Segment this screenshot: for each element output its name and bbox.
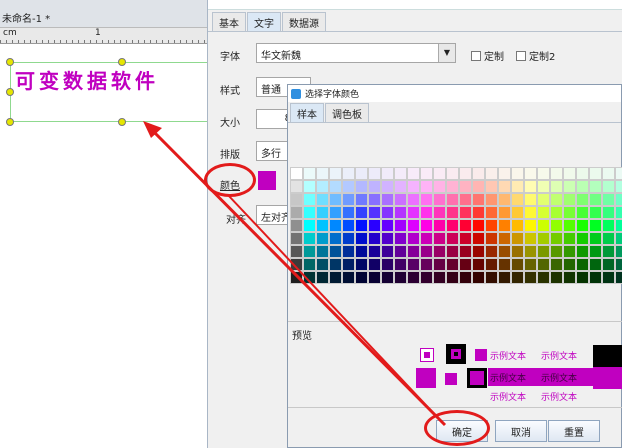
arrow-line [146,124,447,427]
arrow-line [227,194,441,421]
annotation-arrows [143,121,447,427]
